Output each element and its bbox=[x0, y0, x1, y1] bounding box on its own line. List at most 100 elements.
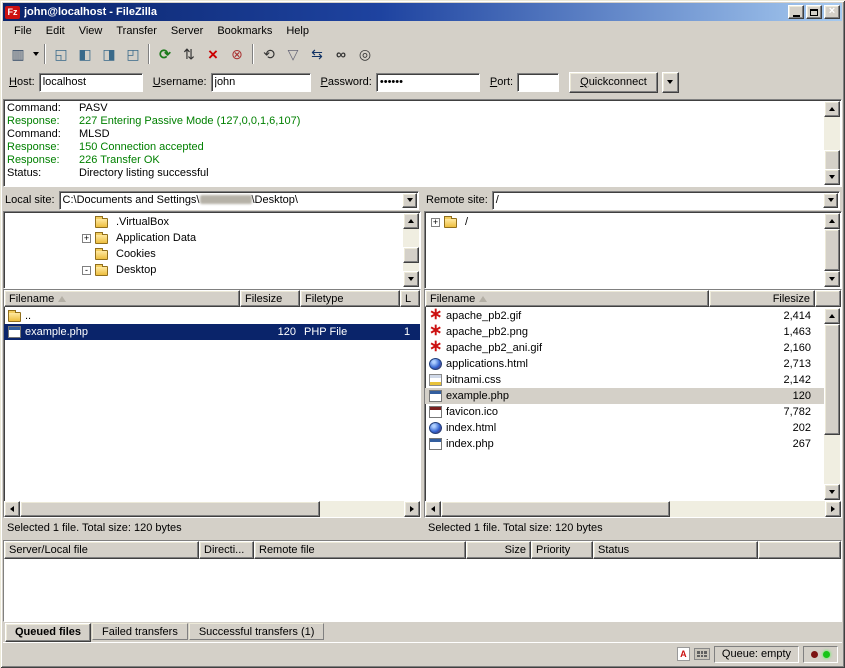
local-site-dropdown[interactable] bbox=[402, 193, 417, 208]
file-row[interactable]: apache_pb2_ani.gif2,160 bbox=[425, 340, 825, 356]
password-input[interactable] bbox=[376, 73, 480, 92]
tab-queued-files[interactable]: Queued files bbox=[5, 623, 91, 642]
toggle-local-tree-button[interactable] bbox=[73, 43, 97, 65]
toggle-message-log-button[interactable] bbox=[49, 43, 73, 65]
scroll-down-button[interactable] bbox=[403, 271, 419, 287]
remote-site-dropdown[interactable] bbox=[823, 193, 838, 208]
filter-button[interactable] bbox=[281, 43, 305, 65]
toggle-remote-tree-button[interactable] bbox=[97, 43, 121, 65]
scroll-up-button[interactable] bbox=[824, 213, 840, 229]
compare-button[interactable] bbox=[305, 43, 329, 65]
remote-status-text: Selected 1 file. Total size: 120 bytes bbox=[424, 518, 842, 537]
file-row[interactable]: bitnami.css2,142 bbox=[425, 372, 825, 388]
toggle-queue-button[interactable] bbox=[121, 43, 145, 65]
column-filename[interactable]: Filename bbox=[425, 290, 709, 307]
file-row[interactable]: apache_pb2.png1,463 bbox=[425, 324, 825, 340]
site-manager-dropdown[interactable] bbox=[30, 43, 41, 65]
scroll-left-button[interactable] bbox=[425, 501, 441, 517]
file-row[interactable]: .. bbox=[4, 308, 420, 324]
toolbar-separator bbox=[252, 44, 254, 64]
column-filename[interactable]: Filename bbox=[4, 290, 240, 307]
scroll-left-button[interactable] bbox=[4, 501, 20, 517]
column-status[interactable]: Status bbox=[593, 541, 758, 559]
scrollbar-thumb[interactable] bbox=[441, 501, 670, 517]
log-scrollbar[interactable] bbox=[824, 101, 840, 185]
tree-toggle[interactable]: - bbox=[82, 266, 91, 275]
scrollbar-thumb[interactable] bbox=[824, 324, 840, 435]
refresh-button[interactable] bbox=[153, 43, 177, 65]
menu-bookmarks[interactable]: Bookmarks bbox=[210, 23, 279, 39]
file-row[interactable]: index.php267 bbox=[425, 436, 825, 452]
tree-item[interactable]: +/ bbox=[427, 214, 823, 230]
tab-failed-transfers[interactable]: Failed transfers bbox=[92, 623, 188, 640]
remote-site-combo[interactable]: / bbox=[492, 191, 840, 210]
scrollbar-thumb[interactable] bbox=[403, 247, 419, 263]
scroll-right-button[interactable] bbox=[825, 501, 841, 517]
scroll-down-button[interactable] bbox=[824, 169, 840, 185]
column-priority[interactable]: Priority bbox=[531, 541, 593, 559]
tab-successful-transfers[interactable]: Successful transfers (1) bbox=[189, 623, 325, 640]
remote-horizontal-scrollbar[interactable] bbox=[425, 501, 841, 517]
column-direction[interactable]: Directi... bbox=[199, 541, 254, 559]
scroll-down-button[interactable] bbox=[824, 484, 840, 500]
scroll-down-button[interactable] bbox=[824, 271, 840, 287]
maximize-button[interactable] bbox=[806, 5, 822, 19]
username-input[interactable] bbox=[211, 73, 311, 92]
port-input[interactable] bbox=[517, 73, 559, 92]
scroll-up-button[interactable] bbox=[824, 308, 840, 324]
disconnect-button[interactable] bbox=[225, 43, 249, 65]
minimize-button[interactable] bbox=[788, 5, 804, 19]
menu-server[interactable]: Server bbox=[164, 23, 210, 39]
process-queue-button[interactable] bbox=[177, 43, 201, 65]
file-row[interactable]: index.html202 bbox=[425, 420, 825, 436]
column-filesize[interactable]: Filesize bbox=[709, 290, 815, 307]
local-horizontal-scrollbar[interactable] bbox=[4, 501, 420, 517]
site-manager-button[interactable] bbox=[6, 43, 30, 65]
tree-item[interactable]: Cookies bbox=[6, 246, 402, 262]
file-row[interactable]: favicon.ico7,782 bbox=[425, 404, 825, 420]
local-site-combo[interactable]: C:\Documents and Settings\\Desktop\ bbox=[59, 191, 419, 210]
remote-list-scrollbar[interactable] bbox=[824, 308, 840, 500]
tree-item[interactable]: -Desktop bbox=[6, 262, 402, 278]
column-filetype[interactable]: Filetype bbox=[300, 290, 400, 307]
column-server-local-file[interactable]: Server/Local file bbox=[4, 541, 199, 559]
scrollbar-thumb[interactable] bbox=[824, 229, 840, 271]
close-button[interactable]: × bbox=[824, 5, 840, 19]
quickconnect-dropdown-button[interactable] bbox=[662, 72, 679, 93]
synchronized-browsing-button[interactable] bbox=[329, 43, 353, 65]
arrow-right-icon bbox=[410, 506, 414, 512]
menu-transfer[interactable]: Transfer bbox=[109, 23, 164, 39]
column-remote-file[interactable]: Remote file bbox=[254, 541, 466, 559]
scroll-right-button[interactable] bbox=[404, 501, 420, 517]
tree-item[interactable]: .VirtualBox bbox=[6, 214, 402, 230]
log-line: Response:150 Connection accepted bbox=[7, 141, 822, 154]
file-row[interactable]: apache_pb2.gif2,414 bbox=[425, 308, 825, 324]
tree-toggle[interactable]: + bbox=[82, 234, 91, 243]
column-filesize[interactable]: Filesize bbox=[240, 290, 300, 307]
filter-icon bbox=[288, 47, 299, 61]
column-lastmodified[interactable]: L bbox=[400, 290, 420, 307]
file-row[interactable]: applications.html2,713 bbox=[425, 356, 825, 372]
remote-tree-scrollbar[interactable] bbox=[824, 213, 840, 287]
menu-file[interactable]: File bbox=[7, 23, 39, 39]
quickconnect-button[interactable]: Quickconnect bbox=[569, 72, 658, 93]
menu-edit[interactable]: Edit bbox=[39, 23, 72, 39]
scroll-up-button[interactable] bbox=[824, 101, 840, 117]
tree-toggle[interactable]: + bbox=[431, 218, 440, 227]
file-row-selected[interactable]: example.php 120 PHP File 1 bbox=[4, 324, 420, 340]
cancel-button[interactable] bbox=[201, 43, 225, 65]
scroll-up-button[interactable] bbox=[403, 213, 419, 229]
tree-item[interactable]: +Application Data bbox=[6, 230, 402, 246]
scrollbar-thumb[interactable] bbox=[20, 501, 320, 517]
host-input[interactable] bbox=[39, 73, 143, 92]
titlebar: Fz john@localhost - FileZilla × bbox=[3, 3, 842, 21]
menu-help[interactable]: Help bbox=[279, 23, 316, 39]
local-tree-scrollbar[interactable] bbox=[403, 213, 419, 287]
reconnect-button[interactable] bbox=[257, 43, 281, 65]
file-row-selected[interactable]: example.php120 bbox=[425, 388, 825, 404]
find-button[interactable] bbox=[353, 43, 377, 65]
menu-view[interactable]: View bbox=[72, 23, 110, 39]
queue-body[interactable] bbox=[4, 559, 841, 621]
port-label: Port: bbox=[490, 76, 513, 88]
column-size[interactable]: Size bbox=[466, 541, 531, 559]
